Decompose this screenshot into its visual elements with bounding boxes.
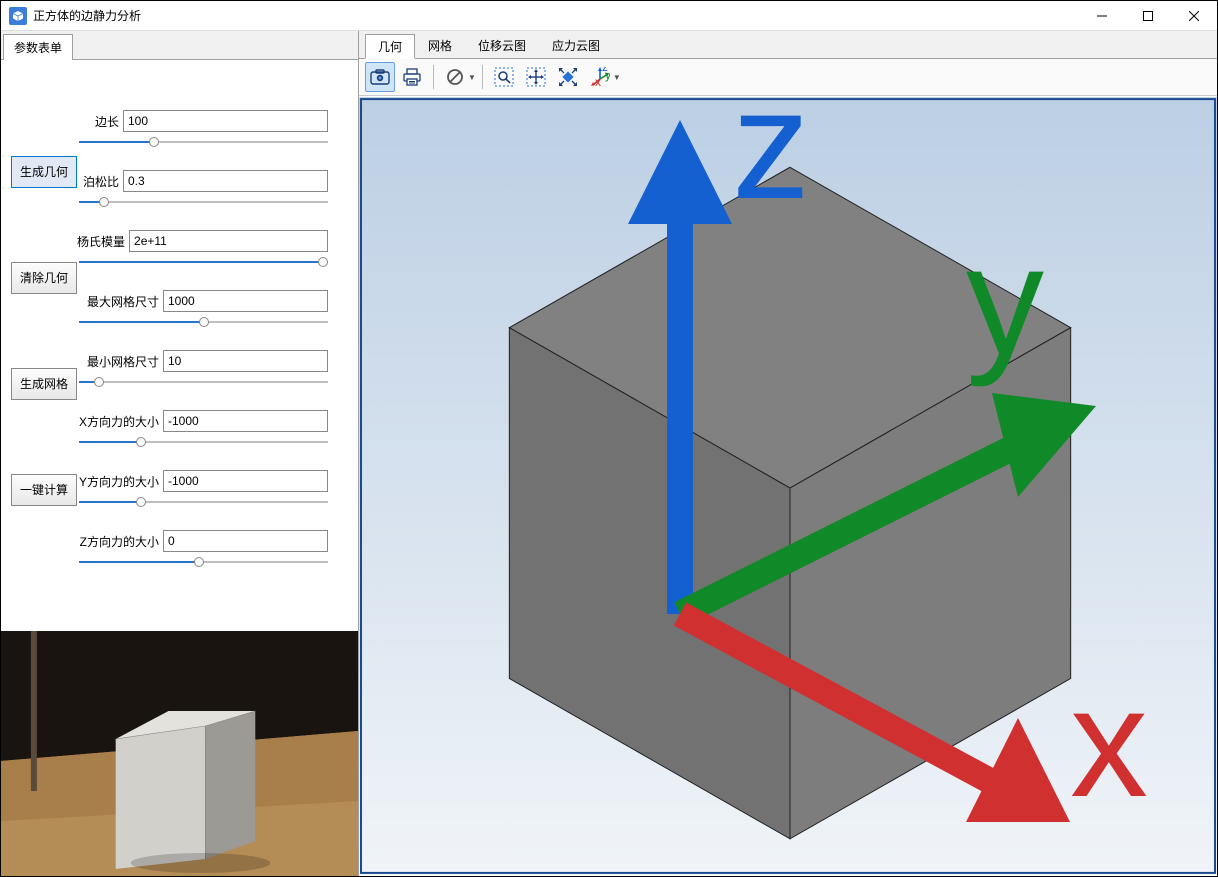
- field-fx: X方向力的大小: [77, 410, 328, 448]
- label-fx: X方向力的大小: [77, 413, 159, 430]
- label-fz: Z方向力的大小: [77, 533, 159, 550]
- axis-orient-button[interactable]: zyx: [585, 62, 615, 92]
- label-minMesh: 最小网格尺寸: [77, 353, 159, 370]
- clear-geometry-button[interactable]: 清除几何: [11, 262, 77, 294]
- no-entry-button[interactable]: [440, 62, 470, 92]
- form-area: 生成几何 清除几何 生成网格 一键计算 边长泊松比杨氏模量最大网格尺寸最小网格尺…: [1, 60, 358, 631]
- print-button[interactable]: [397, 62, 427, 92]
- label-maxMesh: 最大网格尺寸: [77, 293, 159, 310]
- field-edge: 边长: [77, 110, 328, 148]
- axis-y-label: y: [966, 214, 1044, 388]
- label-fy: Y方向力的大小: [77, 473, 159, 490]
- label-poisson: 泊松比: [77, 173, 119, 190]
- input-fz[interactable]: [163, 530, 328, 552]
- titlebar: 正方体的边静力分析: [1, 1, 1217, 31]
- field-maxMesh: 最大网格尺寸: [77, 290, 328, 328]
- field-young: 杨氏模量: [77, 230, 328, 268]
- app-icon: [9, 7, 27, 25]
- svg-text:x: x: [595, 75, 601, 87]
- axis-z-label: z: [732, 96, 810, 232]
- input-fy[interactable]: [163, 470, 328, 492]
- svg-text:y: y: [605, 68, 610, 82]
- input-poisson[interactable]: [123, 170, 328, 192]
- tab-disp[interactable]: 位移云图: [465, 33, 539, 58]
- pan-button[interactable]: [521, 62, 551, 92]
- label-young: 杨氏模量: [77, 233, 125, 250]
- slider-poisson[interactable]: [79, 196, 328, 208]
- left-tab-header: 参数表单: [1, 31, 358, 60]
- axis-x-label: x: [1070, 656, 1148, 830]
- viewport-3d[interactable]: z y x: [359, 96, 1217, 876]
- zoom-box-button[interactable]: [489, 62, 519, 92]
- input-minMesh[interactable]: [163, 350, 328, 372]
- gen-mesh-button[interactable]: 生成网格: [11, 368, 77, 400]
- maximize-button[interactable]: [1125, 1, 1171, 30]
- fit-view-button[interactable]: [553, 62, 583, 92]
- toolbar-separator: [433, 65, 434, 89]
- slider-maxMesh[interactable]: [79, 316, 328, 328]
- dropdown-arrow-icon[interactable]: ▼: [468, 73, 476, 82]
- reference-photo: [1, 631, 358, 876]
- viewport-toolbar: ▼ zyx ▼: [359, 59, 1217, 96]
- input-edge[interactable]: [123, 110, 328, 132]
- tab-params[interactable]: 参数表单: [3, 34, 73, 60]
- screenshot-button[interactable]: [365, 62, 395, 92]
- window-title: 正方体的边静力分析: [33, 7, 1079, 24]
- input-fx[interactable]: [163, 410, 328, 432]
- right-tab-bar: 几何 网格 位移云图 应力云图: [359, 31, 1217, 59]
- field-minMesh: 最小网格尺寸: [77, 350, 328, 388]
- left-panel: 参数表单 生成几何 清除几何 生成网格 一键计算 边长泊松比杨氏模量最大网格尺寸…: [1, 31, 359, 876]
- close-button[interactable]: [1171, 1, 1217, 30]
- tab-mesh[interactable]: 网格: [415, 33, 465, 58]
- gen-geometry-button[interactable]: 生成几何: [11, 156, 77, 188]
- slider-fy[interactable]: [79, 496, 328, 508]
- tab-geom[interactable]: 几何: [365, 34, 415, 59]
- slider-edge[interactable]: [79, 136, 328, 148]
- tab-stress[interactable]: 应力云图: [539, 33, 613, 58]
- slider-young[interactable]: [79, 256, 328, 268]
- field-fz: Z方向力的大小: [77, 530, 328, 568]
- field-fy: Y方向力的大小: [77, 470, 328, 508]
- field-poisson: 泊松比: [77, 170, 328, 208]
- minimize-button[interactable]: [1079, 1, 1125, 30]
- input-maxMesh[interactable]: [163, 290, 328, 312]
- slider-minMesh[interactable]: [79, 376, 328, 388]
- toolbar-separator: [482, 65, 483, 89]
- axis-gizmo: z y x: [407, 96, 1217, 848]
- one-click-button[interactable]: 一键计算: [11, 474, 77, 506]
- slider-fz[interactable]: [79, 556, 328, 568]
- slider-fx[interactable]: [79, 436, 328, 448]
- dropdown-arrow-icon[interactable]: ▼: [613, 73, 621, 82]
- input-young[interactable]: [129, 230, 328, 252]
- right-panel: 几何 网格 位移云图 应力云图 ▼: [359, 31, 1217, 876]
- label-edge: 边长: [77, 113, 119, 130]
